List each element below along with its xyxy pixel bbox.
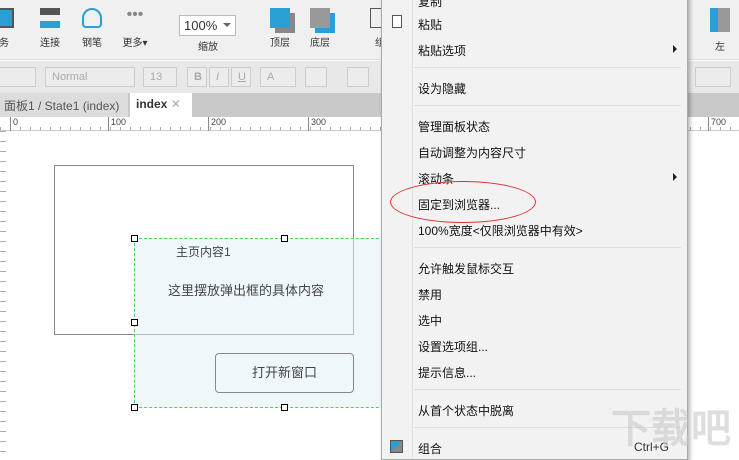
bold-icon: B xyxy=(194,71,202,83)
resize-handle[interactable] xyxy=(131,404,138,411)
send-back-icon xyxy=(310,8,330,28)
label: 左 xyxy=(715,42,725,53)
underline-icon: U xyxy=(238,71,246,83)
menu-item-100-width[interactable]: 100%宽度<仅限浏览器中有效> xyxy=(418,222,583,239)
font-select[interactable] xyxy=(0,67,36,87)
pen-button[interactable]: 钢笔 xyxy=(82,8,102,49)
font-color-button[interactable]: A xyxy=(260,67,296,87)
menu-item-paste-options[interactable]: 粘贴选项 xyxy=(418,42,678,59)
align-left-icon xyxy=(710,8,730,32)
button-label: 打开新窗口 xyxy=(251,365,317,380)
menu-item-paste[interactable]: 粘贴 xyxy=(418,16,442,33)
ruler-label: 0 xyxy=(10,117,18,131)
label: 缩放 xyxy=(198,42,218,53)
label: 钢笔 xyxy=(82,38,102,49)
tab-index[interactable]: index ✕ xyxy=(130,93,192,117)
tab-panel-state[interactable]: 面板1 / State1 (index) ✕ xyxy=(0,93,128,128)
menu-icon-gutter xyxy=(382,0,413,459)
zoom-label: 缩放 xyxy=(198,38,218,53)
menu-item-disable[interactable]: 禁用 xyxy=(418,286,442,303)
label: 更多▾ xyxy=(122,38,148,49)
chevron-down-icon xyxy=(223,23,231,31)
font-color-icon: A xyxy=(267,71,275,83)
menu-item-tooltip[interactable]: 提示信息... xyxy=(418,364,476,381)
list-button[interactable] xyxy=(305,67,327,87)
menu-item-copy[interactable]: 复制 xyxy=(418,0,442,10)
panel-body-text: 这里摆放弹出框的具体内容 xyxy=(168,283,325,298)
more-icon: ••• xyxy=(126,6,144,23)
connect-icon xyxy=(40,8,60,28)
italic-button[interactable]: I xyxy=(209,67,229,87)
highlight-ellipse xyxy=(390,181,536,223)
italic-icon: I xyxy=(216,71,220,83)
context-menu: 复制 粘贴 粘贴选项 设为隐藏 管理面板状态 自动调整为内容尺寸 滚动条 固定到… xyxy=(381,0,688,460)
panel-title: 主页内容1 xyxy=(176,245,231,259)
menu-item-allow-mouse-interaction[interactable]: 允许触发鼠标交互 xyxy=(418,260,514,277)
send-back-button[interactable]: 底层 xyxy=(310,8,330,49)
menu-separator xyxy=(414,105,681,106)
tab-label: index xyxy=(136,97,168,111)
bring-front-button[interactable]: 顶层 xyxy=(270,8,290,49)
resize-handle[interactable] xyxy=(131,235,138,242)
dynamic-panel[interactable]: 主页内容1 这里摆放弹出框的具体内容 打开新窗口 xyxy=(134,238,394,408)
menu-separator xyxy=(414,67,681,68)
label: 连接 xyxy=(40,38,60,49)
pen-icon xyxy=(82,8,102,28)
connect-button[interactable]: 连接 xyxy=(40,8,60,49)
image-icon xyxy=(0,8,14,28)
open-new-window-button[interactable]: 打开新窗口 xyxy=(215,353,354,393)
line-style-select[interactable] xyxy=(695,67,731,87)
menu-item-hide[interactable]: 设为隐藏 xyxy=(418,80,466,97)
resize-handle[interactable] xyxy=(131,319,138,326)
menu-separator xyxy=(414,247,681,248)
tab-label: 面板1 / State1 (index) xyxy=(4,99,120,113)
resize-handle[interactable] xyxy=(281,235,288,242)
ruler-label: 100 xyxy=(108,117,126,131)
menu-item-manage-panel-states[interactable]: 管理面板状态 xyxy=(418,118,490,135)
menu-item-fit-to-content[interactable]: 自动调整为内容尺寸 xyxy=(418,144,526,161)
label: 顶层 xyxy=(270,38,290,49)
more-button[interactable]: ••• 更多▾ xyxy=(120,6,150,50)
submenu-arrow-icon xyxy=(673,45,677,53)
style-select[interactable]: Normal xyxy=(45,67,135,87)
ruler-label: 200 xyxy=(208,117,226,131)
font-size-select[interactable]: 13 xyxy=(143,67,177,87)
resize-handle[interactable] xyxy=(281,404,288,411)
label: 务 xyxy=(0,38,9,49)
size-value: 13 xyxy=(150,71,163,83)
label: 底层 xyxy=(310,38,330,49)
menu-item-group[interactable]: 组合 xyxy=(418,440,442,457)
close-icon[interactable]: ✕ xyxy=(171,97,181,111)
label: 粘贴选项 xyxy=(418,44,467,58)
watermark: 下载吧 xyxy=(611,407,731,451)
ruler-label: 700 xyxy=(708,117,726,131)
toolbar-button-partial[interactable]: 务 xyxy=(0,8,14,49)
style-value: Normal xyxy=(52,71,88,83)
bold-button[interactable]: B xyxy=(187,67,207,87)
menu-separator xyxy=(414,389,681,390)
menu-item-selection-group[interactable]: 设置选项组... xyxy=(418,338,488,355)
zoom-select[interactable]: 100% xyxy=(179,15,236,36)
zoom-value: 100% xyxy=(184,18,218,33)
menu-item-selected[interactable]: 选中 xyxy=(418,312,442,329)
menu-item-break-away[interactable]: 从首个状态中脱离 xyxy=(418,402,514,419)
ruler-label: 300 xyxy=(308,117,326,131)
group-icon xyxy=(390,440,403,453)
align-left-button[interactable]: 左 xyxy=(710,8,730,53)
bring-front-icon xyxy=(270,8,290,28)
underline-button[interactable]: U xyxy=(231,67,251,87)
align-button[interactable] xyxy=(347,67,369,87)
paste-icon xyxy=(392,15,402,28)
submenu-arrow-icon xyxy=(673,173,677,181)
